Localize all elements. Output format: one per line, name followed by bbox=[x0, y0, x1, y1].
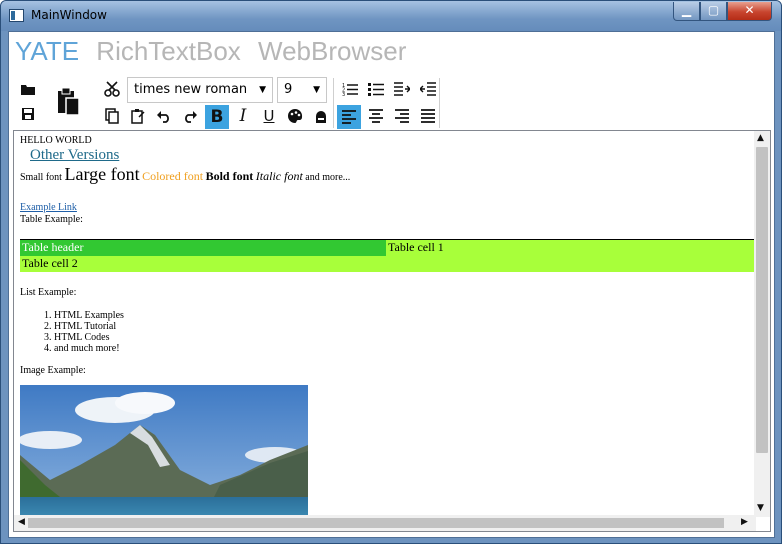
more-text: and more... bbox=[305, 172, 351, 183]
undo-icon[interactable] bbox=[153, 105, 175, 127]
justify-icon[interactable] bbox=[417, 105, 439, 127]
decrease-indent-icon[interactable] bbox=[417, 78, 439, 100]
example-list: HTML Examples HTML Tutorial HTML Codes a… bbox=[54, 310, 756, 354]
scroll-right-icon[interactable]: ▶ bbox=[741, 517, 748, 527]
small-font-text: Small font bbox=[20, 172, 62, 183]
mountain-lake-image bbox=[20, 385, 308, 517]
client-area: YATE RichTextBox WebBrowser times new ro… bbox=[8, 31, 775, 538]
example-link[interactable]: Example Link bbox=[20, 202, 756, 213]
table-cell: Table cell 2 bbox=[20, 255, 754, 272]
font-family-value: times new roman bbox=[134, 82, 248, 97]
font-size-select[interactable]: 9 ▼ bbox=[277, 77, 327, 103]
formatting-toolbar: times new roman ▼ 9 ▼ B I U 1 2 3 bbox=[15, 76, 440, 130]
svg-text:3: 3 bbox=[342, 92, 345, 96]
document-content[interactable]: HELLO WORLD Other Versions Small font La… bbox=[20, 133, 756, 517]
bold-button[interactable]: B bbox=[205, 105, 229, 129]
bullet-list-icon[interactable] bbox=[365, 78, 387, 100]
main-window: MainWindow ▁ ▢ ✕ YATE RichTextBox WebBro… bbox=[0, 0, 782, 544]
colored-font-text: Colored font bbox=[142, 169, 204, 183]
horizontal-scroll-thumb[interactable] bbox=[28, 518, 724, 528]
open-folder-icon[interactable] bbox=[17, 78, 39, 100]
align-center-icon[interactable] bbox=[365, 105, 387, 127]
scroll-left-icon[interactable]: ◀ bbox=[18, 517, 25, 527]
paste-icon[interactable] bbox=[53, 84, 83, 120]
increase-indent-icon[interactable] bbox=[391, 78, 413, 100]
close-button[interactable]: ✕ bbox=[727, 2, 772, 21]
copy-icon[interactable] bbox=[101, 105, 123, 127]
numbered-list-icon[interactable]: 123 bbox=[339, 78, 361, 100]
table-label: Table Example: bbox=[20, 214, 83, 225]
scroll-up-icon[interactable]: ▲ bbox=[757, 133, 764, 143]
horizontal-scrollbar[interactable]: ◀ ▶ bbox=[14, 515, 756, 531]
vertical-scrollbar[interactable]: ▲ ▼ bbox=[754, 131, 770, 517]
window-title: MainWindow bbox=[31, 8, 107, 22]
cut-icon[interactable] bbox=[101, 78, 123, 100]
redo-icon[interactable] bbox=[179, 105, 201, 127]
list-item: HTML Tutorial bbox=[54, 321, 756, 332]
table-header-cell: Table header bbox=[20, 239, 386, 256]
list-label: List Example: bbox=[20, 286, 77, 298]
paste-special-icon[interactable] bbox=[127, 105, 149, 127]
image-label: Image Example: bbox=[20, 364, 86, 376]
example-table: Table header Table cell 1 Table cell 2 bbox=[20, 239, 754, 272]
scroll-down-icon[interactable]: ▼ bbox=[757, 503, 764, 513]
list-item: HTML Codes bbox=[54, 332, 756, 343]
rich-text-editor[interactable]: HELLO WORLD Other Versions Small font La… bbox=[13, 130, 771, 532]
palette-icon[interactable] bbox=[284, 105, 306, 127]
list-item: and much more! bbox=[54, 343, 756, 354]
minimize-button[interactable]: ▁ bbox=[673, 2, 700, 21]
font-family-select[interactable]: times new roman ▼ bbox=[127, 77, 273, 103]
table-cell: Table cell 1 bbox=[386, 239, 754, 256]
align-left-icon[interactable] bbox=[337, 105, 361, 129]
other-versions-link[interactable]: Other Versions bbox=[30, 147, 756, 164]
chevron-down-icon: ▼ bbox=[313, 85, 320, 95]
title-bar[interactable]: MainWindow ▁ ▢ ✕ bbox=[1, 1, 781, 31]
bold-font-text: Bold font bbox=[205, 169, 254, 183]
tab-richtextbox[interactable]: RichTextBox bbox=[96, 36, 241, 66]
tab-yate[interactable]: YATE bbox=[15, 36, 79, 66]
large-font-text: Large font bbox=[64, 164, 140, 184]
save-icon[interactable] bbox=[17, 103, 39, 125]
app-icon bbox=[9, 9, 24, 22]
list-item: HTML Examples bbox=[54, 310, 756, 321]
toolbar-separator bbox=[439, 78, 440, 128]
font-size-value: 9 bbox=[284, 82, 293, 97]
document-heading: HELLO WORLD bbox=[20, 135, 92, 146]
italic-button[interactable]: I bbox=[232, 105, 254, 127]
italic-font-text: Italic font bbox=[255, 169, 303, 183]
background-color-icon[interactable] bbox=[310, 105, 332, 127]
toolbar-separator bbox=[333, 78, 334, 128]
align-right-icon[interactable] bbox=[391, 105, 413, 127]
tab-webbrowser[interactable]: WebBrowser bbox=[258, 36, 406, 66]
app-tabs: YATE RichTextBox WebBrowser bbox=[15, 36, 416, 70]
vertical-scroll-thumb[interactable] bbox=[756, 147, 768, 453]
maximize-button[interactable]: ▢ bbox=[700, 2, 727, 21]
chevron-down-icon: ▼ bbox=[259, 85, 266, 95]
underline-button[interactable]: U bbox=[258, 105, 280, 127]
